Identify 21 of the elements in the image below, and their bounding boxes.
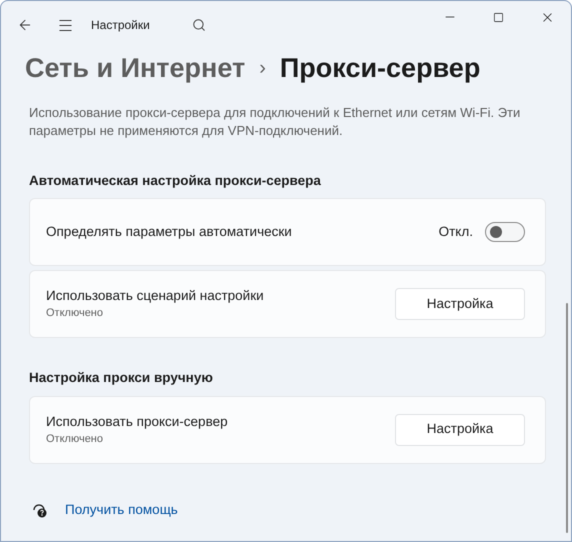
description-text: Использование прокси-сервера для подключений к Ethernet или сетям Wi-Fi. Эти параметры не применяются для VPN-подключений.: [29, 104, 522, 140]
setup-button[interactable]: Настройка: [395, 288, 525, 320]
breadcrumb-separator: ›: [259, 56, 266, 81]
setting-label: Использовать прокси-сервер: [46, 412, 228, 430]
page-title: Прокси-сервер: [280, 52, 480, 85]
section-title: Настройка прокси вручную: [29, 369, 214, 388]
setting-label: Использовать сценарий настройки: [46, 287, 264, 306]
search-icon[interactable]: [192, 18, 206, 32]
setup-button[interactable]: Настройка: [395, 414, 525, 446]
toggle-state: Откл.: [438, 223, 473, 242]
setting-label: Определять параметры автоматически: [46, 223, 292, 242]
help-link[interactable]: Получить помощь: [65, 500, 178, 520]
help-icon: [32, 502, 48, 518]
maximize-icon[interactable]: [493, 12, 504, 22]
window-title: Настройки: [91, 17, 150, 34]
setting-status: Отключено: [46, 306, 104, 322]
section-title: Автоматическая настройка прокси-сервера: [29, 172, 322, 190]
breadcrumb-parent[interactable]: Сеть и Интернет: [25, 48, 246, 88]
toggle-switch[interactable]: [485, 222, 525, 242]
back-icon[interactable]: [17, 17, 33, 33]
setting-status: Отключено: [46, 432, 104, 446]
